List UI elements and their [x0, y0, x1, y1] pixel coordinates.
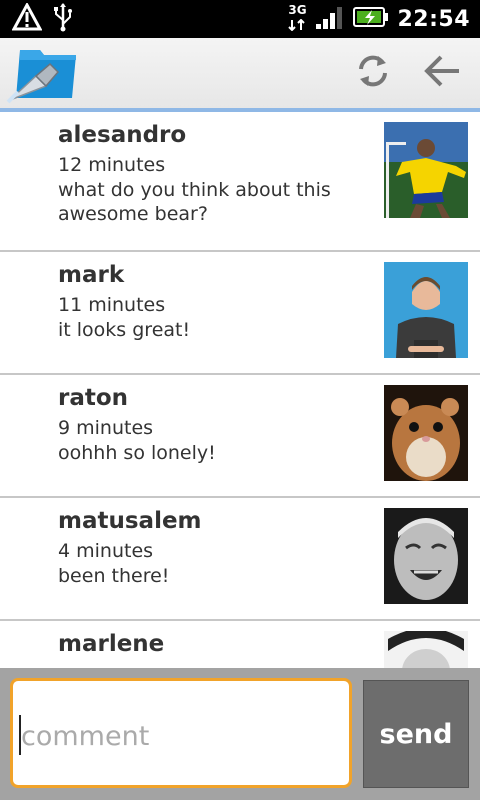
author-name: raton	[58, 385, 129, 411]
author-name: alesandro	[58, 122, 187, 148]
message-text: what do you think about this awesome bea…	[58, 179, 331, 225]
send-button[interactable]: send	[363, 680, 469, 788]
timestamp: 11 minutes	[58, 294, 166, 316]
back-button[interactable]	[418, 50, 468, 96]
message-text: been there!	[58, 565, 170, 587]
refresh-icon	[354, 52, 392, 94]
avatar[interactable]	[384, 631, 468, 668]
message-text: oohhh so lonely!	[58, 442, 216, 464]
author-name: mark	[58, 262, 125, 288]
avatar[interactable]	[384, 122, 468, 218]
network-type-indicator: 3G	[287, 4, 307, 35]
author-name: marlene	[58, 631, 165, 657]
action-bar	[0, 38, 480, 112]
refresh-button[interactable]	[348, 50, 398, 96]
list-item[interactable]: matusalem 4 minutes been there!	[0, 498, 480, 621]
list-item[interactable]: mark 11 minutes it looks great!	[0, 252, 480, 375]
status-bar: 3G 22:54	[0, 0, 480, 38]
comment-placeholder: comment	[21, 721, 150, 752]
timestamp: 12 minutes	[58, 154, 166, 176]
usb-icon	[52, 2, 74, 36]
list-item[interactable]: alesandro 12 minutes what do you think a…	[0, 112, 480, 252]
comment-input[interactable]: comment	[10, 678, 352, 788]
signal-strength-icon	[315, 4, 345, 34]
arrow-left-icon	[423, 53, 463, 93]
comment-bar: comment send	[0, 668, 480, 800]
list-item[interactable]: raton 9 minutes oohhh so lonely!	[0, 375, 480, 498]
author-name: matusalem	[58, 508, 202, 534]
timestamp: 9 minutes	[58, 417, 154, 439]
app-logo-icon[interactable]	[6, 42, 80, 104]
avatar[interactable]	[384, 508, 468, 604]
avatar[interactable]	[384, 385, 468, 481]
timestamp: 4 minutes	[58, 540, 154, 562]
avatar[interactable]	[384, 262, 468, 358]
clock: 22:54	[397, 6, 470, 32]
warning-icon	[11, 1, 43, 35]
list-item[interactable]: marlene	[0, 621, 480, 668]
comment-list[interactable]: alesandro 12 minutes what do you think a…	[0, 112, 480, 668]
battery-charging-icon	[353, 6, 389, 32]
message-text: it looks great!	[58, 319, 191, 341]
